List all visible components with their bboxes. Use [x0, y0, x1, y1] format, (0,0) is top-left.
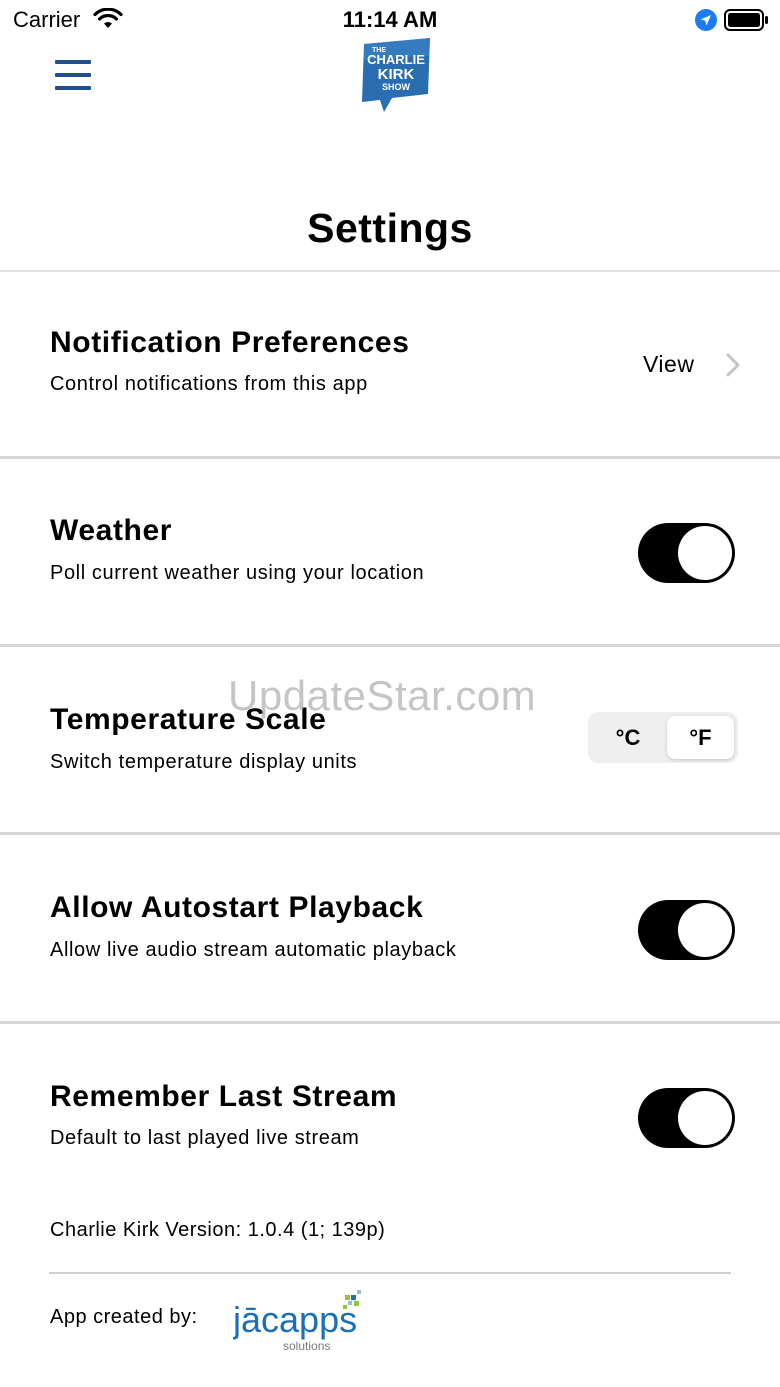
view-button[interactable]: View — [643, 351, 694, 378]
celsius-option[interactable]: °C — [592, 712, 664, 763]
row-title: Remember Last Stream — [50, 1080, 398, 1113]
version-label: Charlie Kirk Version: 1.0.4 (1; 139p) — [50, 1219, 386, 1241]
chevron-right-icon[interactable] — [725, 352, 741, 378]
charlie-kirk-show-logo: THE CHARLIE KIRK SHOW — [362, 38, 430, 112]
divider — [0, 832, 780, 835]
row-subtitle: Allow live audio stream automatic playba… — [50, 939, 457, 961]
svg-text:jācapps: jācapps — [233, 1299, 357, 1340]
svg-text:SHOW: SHOW — [382, 82, 411, 92]
jacapps-logo[interactable]: jācapps solutions — [233, 1290, 365, 1356]
divider — [0, 644, 780, 647]
temperature-unit-segmented-control[interactable]: °C °F — [588, 712, 738, 763]
row-subtitle: Default to last played live stream — [50, 1127, 360, 1149]
svg-text:KIRK: KIRK — [378, 66, 415, 83]
status-time: 11:14 AM — [342, 7, 438, 32]
row-subtitle: Poll current weather using your location — [50, 562, 425, 584]
location-icon — [695, 9, 717, 31]
divider — [0, 1021, 780, 1024]
status-bar: Carrier 11:14 AM — [0, 0, 780, 40]
remember-last-stream-toggle[interactable] — [638, 1088, 735, 1148]
divider — [0, 270, 780, 272]
page-title: Settings — [307, 205, 473, 251]
row-title: Weather — [50, 514, 173, 547]
divider — [0, 456, 780, 459]
row-subtitle: Control notifications from this app — [50, 373, 368, 395]
hamburger-menu-icon[interactable] — [55, 60, 91, 90]
row-subtitle: Switch temperature display units — [50, 751, 358, 773]
weather-toggle[interactable] — [638, 523, 735, 583]
svg-text:solutions: solutions — [283, 1339, 330, 1353]
fahrenheit-option[interactable]: °F — [667, 716, 734, 759]
created-by-label: App created by: — [50, 1306, 198, 1328]
row-title: Notification Preferences — [50, 326, 410, 359]
divider — [49, 1272, 731, 1274]
watermark: UpdateStar.com — [228, 672, 537, 719]
row-title: Allow Autostart Playback — [50, 891, 424, 924]
svg-text:CHARLIE: CHARLIE — [367, 52, 425, 67]
battery-icon — [724, 9, 768, 31]
autostart-playback-toggle[interactable] — [638, 900, 735, 960]
